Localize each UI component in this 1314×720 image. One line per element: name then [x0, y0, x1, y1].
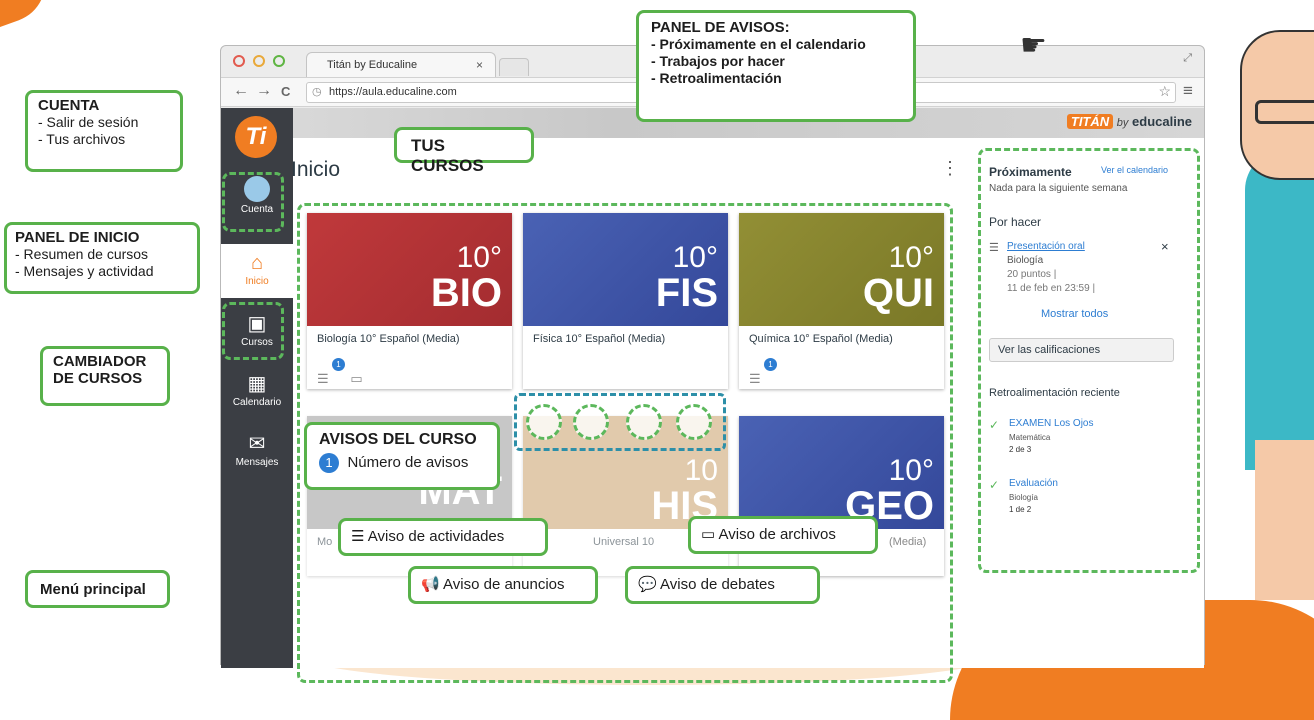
forward-arrow-icon[interactable]: → — [256, 82, 272, 100]
callout-aviso-actividades: ☰ Aviso de actividades — [338, 518, 548, 556]
megaphone-icon: 📢 — [421, 576, 440, 593]
notice-count-badge: 1 — [319, 453, 339, 473]
activities-notice-icon[interactable] — [526, 404, 562, 440]
callout-avisos-curso: AVISOS DEL CURSO 1 Número de avisos — [304, 422, 500, 490]
back-arrow-icon[interactable]: ← — [233, 82, 249, 100]
callout-cambiador: CAMBIADOR DE CURSOS — [40, 346, 170, 406]
cartoon-teacher — [1215, 0, 1314, 653]
titan-logo[interactable]: Ti — [235, 116, 277, 158]
url-text: https://aula.educaline.com — [329, 86, 457, 98]
reload-icon[interactable]: C — [281, 84, 290, 99]
files-notice-icon[interactable] — [676, 404, 712, 440]
home-icon: ⌂ — [250, 252, 264, 274]
account-highlight — [222, 172, 284, 232]
callout-panel-avisos: PANEL DE AVISOS: - Próximamente en el ca… — [636, 10, 916, 122]
sidebar-item-calendario[interactable]: ▦ Calendario — [221, 373, 293, 408]
announcements-notice-icon[interactable] — [573, 404, 609, 440]
orange-decoration — [0, 0, 57, 31]
callout-cuenta: CUENTA - Salir de sesión - Tus archivos — [25, 90, 183, 172]
folder-icon: ▭ — [701, 526, 716, 543]
calendar-icon: ▦ — [247, 373, 267, 395]
envelope-icon: ✉ — [248, 433, 266, 455]
browser-menu-icon[interactable]: ≡ — [1183, 81, 1193, 101]
page-title: Inicio — [291, 158, 341, 181]
pointing-hand-icon: ☛ — [1020, 29, 1047, 62]
sidebar-item-mensajes[interactable]: ✉ Mensajes — [221, 433, 293, 468]
expand-icon[interactable]: ⤢ — [1183, 52, 1192, 65]
new-tab-button[interactable] — [499, 58, 529, 76]
callout-menu-principal: Menú principal — [25, 570, 170, 608]
callout-aviso-debates: 💬 Aviso de debates — [625, 566, 820, 604]
bookmark-star-icon[interactable]: ☆ — [1158, 83, 1171, 100]
course-switcher-highlight — [222, 302, 284, 360]
sidebar-item-inicio[interactable]: ⌂ Inicio — [221, 244, 293, 298]
activities-icon: ☰ — [351, 528, 365, 545]
kebab-menu-icon[interactable]: ⋮ — [941, 158, 959, 179]
notices-panel-highlight — [978, 148, 1200, 573]
maximize-window-icon[interactable] — [273, 55, 285, 67]
discussion-icon: 💬 — [638, 576, 657, 593]
browser-tab[interactable]: Titán by Educaline × — [306, 52, 496, 78]
tab-close-icon[interactable]: × — [476, 58, 483, 72]
callout-tus-cursos: TUS CURSOS — [394, 127, 534, 175]
callout-aviso-anuncios: 📢 Aviso de anuncios — [408, 566, 598, 604]
callout-aviso-archivos: ▭ Aviso de archivos — [688, 516, 878, 554]
callout-panel-inicio: PANEL DE INICIO - Resumen de cursos - Me… — [4, 222, 200, 294]
discussions-notice-icon[interactable] — [626, 404, 662, 440]
globe-icon: ◷ — [312, 86, 322, 98]
close-window-icon[interactable] — [233, 55, 245, 67]
brand-logo: TITÁN by educaline — [1066, 114, 1192, 129]
minimize-window-icon[interactable] — [253, 55, 265, 67]
tab-title: Titán by Educaline — [327, 59, 418, 71]
